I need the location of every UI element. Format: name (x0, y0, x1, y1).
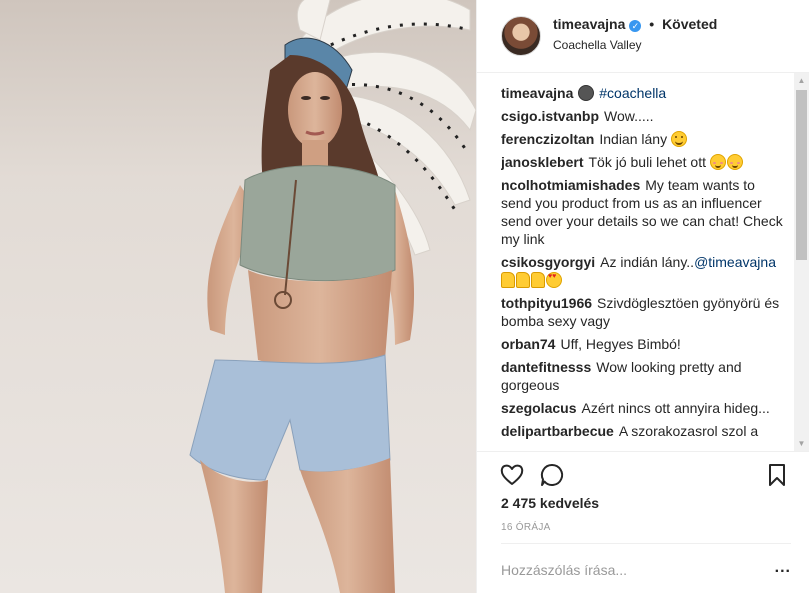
post-actions: 2 475 kedvelés 16 ÓRÁJA Hozzászólás írás… (477, 451, 809, 593)
comment-username[interactable]: tothpityu1966 (501, 295, 592, 311)
smile-emoji-icon (670, 131, 687, 147)
comment-username[interactable]: csikosgyorgyi (501, 254, 595, 270)
header-username[interactable]: timeavajna (553, 16, 625, 32)
post-timestamp[interactable]: 16 ÓRÁJA (501, 522, 551, 533)
comment-item: tothpityu1966 Szivdöglesztöen gyönyörü és… (501, 294, 787, 330)
likes-count[interactable]: 2 475 kedvelés (501, 495, 599, 511)
comment-text: Tök jó buli lehet ott (588, 154, 706, 170)
comment-text: A szorakozasrol szol a (618, 423, 759, 439)
comment-item: csigo.istvanbp Wow..... (501, 107, 787, 125)
comment-text: Az indián lány.. (600, 254, 695, 270)
comment-username[interactable]: delipartbarbecue (501, 423, 614, 439)
scrollbar-thumb[interactable] (796, 90, 807, 260)
location-link[interactable]: Coachella Valley (553, 38, 642, 52)
thumbs-up-emoji-icon (516, 272, 530, 288)
post-photo[interactable] (0, 0, 476, 593)
comments-scrollbar[interactable]: ▲ ▼ (794, 73, 809, 451)
comment-item: delipartbarbecue A szorakozasrol szol a (501, 422, 787, 440)
comment-text: Uff, Hegyes Bimbó! (560, 336, 681, 352)
save-button[interactable] (766, 462, 788, 488)
follow-status-button[interactable]: Követed (662, 16, 717, 32)
comment-username[interactable]: orban74 (501, 336, 555, 352)
comment-item: csikosgyorgyi Az indián lány..@timeavajna (501, 253, 787, 289)
header-user-row: timeavajna ✓ • Követed (553, 16, 717, 32)
comment-username[interactable]: dantefitnesss (501, 359, 591, 375)
comment-text: Azért nincs ott annyira hideg... (581, 400, 770, 416)
avatar[interactable] (501, 16, 541, 56)
blush-emoji-icon (709, 154, 726, 170)
comment-text: Wow..... (604, 108, 654, 124)
verified-badge-icon: ✓ (629, 20, 642, 32)
grimacing-emoji-icon (578, 85, 595, 101)
comment-button[interactable] (539, 462, 565, 488)
comments-list: timeavajna #coachella csigo.istvanbp Wow.… (501, 84, 787, 450)
more-options-button[interactable]: ... (775, 559, 791, 577)
comment-username[interactable]: ferenczizoltan (501, 131, 594, 147)
like-button[interactable] (499, 462, 525, 488)
scroll-down-arrow-icon[interactable]: ▼ (794, 436, 809, 451)
comment-username[interactable]: szegolacus (501, 400, 576, 416)
blush-emoji-icon (726, 154, 743, 170)
scroll-up-arrow-icon[interactable]: ▲ (794, 73, 809, 88)
comment-username[interactable]: ncolhotmiamishades (501, 177, 640, 193)
comment-text: Indian lány (599, 131, 668, 147)
comment-input[interactable]: Hozzászólás írása... (501, 562, 627, 578)
comment-item: ncolhotmiamishades My team wants to send … (501, 176, 787, 248)
separator-dot: • (649, 16, 655, 32)
comment-username[interactable]: csigo.istvanbp (501, 108, 599, 124)
comment-item: ferenczizoltan Indian lány (501, 130, 787, 148)
bookmark-icon (769, 464, 785, 486)
hashtag-link[interactable]: #coachella (599, 85, 666, 101)
comment-username[interactable]: janosklebert (501, 154, 583, 170)
comment-item: timeavajna #coachella (501, 84, 787, 102)
thumbs-up-emoji-icon (531, 272, 545, 288)
mention-link[interactable]: @timeavajna (694, 254, 776, 270)
post-header: timeavajna ✓ • Követed Coachella Valley (477, 0, 809, 73)
add-comment-bar: Hozzászólás írása... ... (501, 543, 791, 593)
comment-item: szegolacus Azért nincs ott annyira hideg.… (501, 399, 787, 417)
heart-outline-icon (500, 464, 524, 485)
heart-eyes-emoji-icon (546, 272, 562, 288)
thumbs-up-emoji-icon (501, 272, 515, 288)
comment-item: dantefitnesss Wow looking pretty and gorg… (501, 358, 787, 394)
speech-bubble-icon (540, 463, 564, 486)
comment-username[interactable]: timeavajna (501, 85, 573, 101)
comment-item: janosklebert Tök jó buli lehet ott (501, 153, 787, 171)
comment-item: orban74 Uff, Hegyes Bimbó! (501, 335, 787, 353)
photo-illustration (0, 0, 476, 593)
post-side-panel: timeavajna ✓ • Követed Coachella Valley t… (476, 0, 809, 593)
